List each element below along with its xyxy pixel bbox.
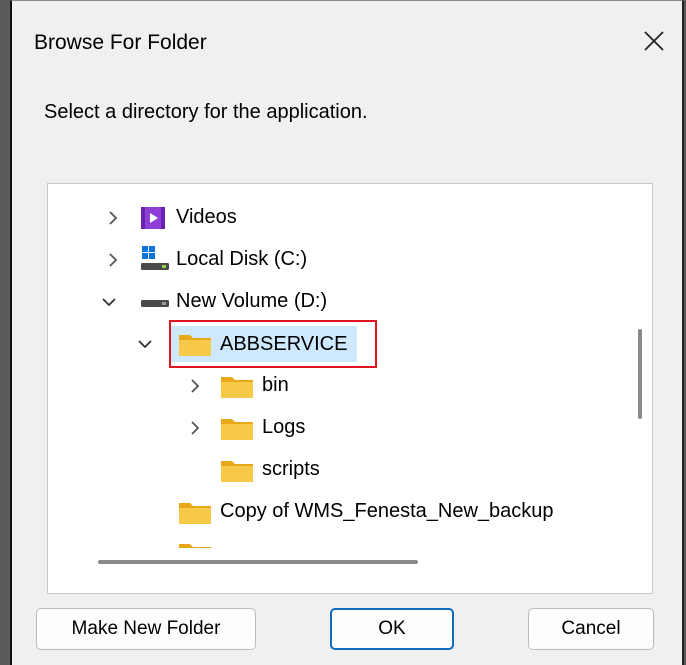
tree-item-label: bin: [262, 374, 289, 396]
make-new-folder-button[interactable]: Make New Folder: [36, 608, 256, 650]
folder-icon: [221, 461, 253, 482]
tree-item-label: scripts: [262, 458, 320, 480]
tree-item-label: Videos: [176, 206, 237, 228]
chevron-right-icon[interactable]: [186, 377, 204, 395]
chevron-right-icon[interactable]: [186, 419, 204, 437]
chevron-down-icon[interactable]: [100, 293, 118, 311]
cancel-button[interactable]: Cancel: [528, 608, 654, 650]
title-bar: Browse For Folder: [12, 1, 682, 81]
tree-item-logs[interactable]: Logs: [48, 410, 608, 446]
annotation-highlight-box: [169, 320, 377, 368]
browse-for-folder-dialog: Browse For Folder Select a directory for…: [10, 0, 684, 665]
tree-item-local-disk-c[interactable]: Local Disk (C:): [48, 242, 608, 278]
ok-button[interactable]: OK: [330, 608, 454, 650]
tree-item-bin[interactable]: bin: [48, 368, 608, 404]
chevron-right-icon[interactable]: [104, 209, 122, 227]
tree-item-copy-of-wms-fenesta-new-backup[interactable]: Copy of WMS_Fenesta_New_backup: [48, 494, 648, 530]
folder-icon: [221, 377, 253, 398]
tree-item-new-volume-d[interactable]: New Volume (D:): [48, 284, 608, 320]
tree-item-label: Copy of WMS_Fenesta_New_backup: [220, 500, 554, 522]
tree-item-label: New Volume (D:): [176, 290, 328, 312]
chevron-right-icon[interactable]: [104, 251, 122, 269]
instruction-text: Select a directory for the application.: [44, 101, 368, 123]
close-icon: [644, 31, 664, 51]
folder-icon: [221, 419, 253, 440]
chevron-down-icon[interactable]: [136, 335, 154, 353]
local-disk-icon: [141, 246, 169, 270]
horizontal-scrollbar[interactable]: [98, 560, 418, 564]
tree-item-videos[interactable]: Videos: [48, 200, 608, 236]
tree-item-label: Logs: [262, 416, 306, 438]
dialog-title: Browse For Folder: [34, 31, 207, 54]
tree-item-label: Local Disk (C:): [176, 248, 308, 270]
tree-item-scripts[interactable]: scripts: [48, 452, 608, 488]
folder-tree[interactable]: Videos Local Disk (C:) New Volume (D:) A…: [47, 183, 653, 594]
videos-icon: [141, 207, 165, 229]
folder-icon: [179, 503, 211, 524]
drive-icon: [141, 300, 169, 307]
close-button[interactable]: [640, 27, 668, 55]
vertical-scrollbar[interactable]: [638, 329, 642, 419]
folder-icon: [179, 544, 211, 548]
